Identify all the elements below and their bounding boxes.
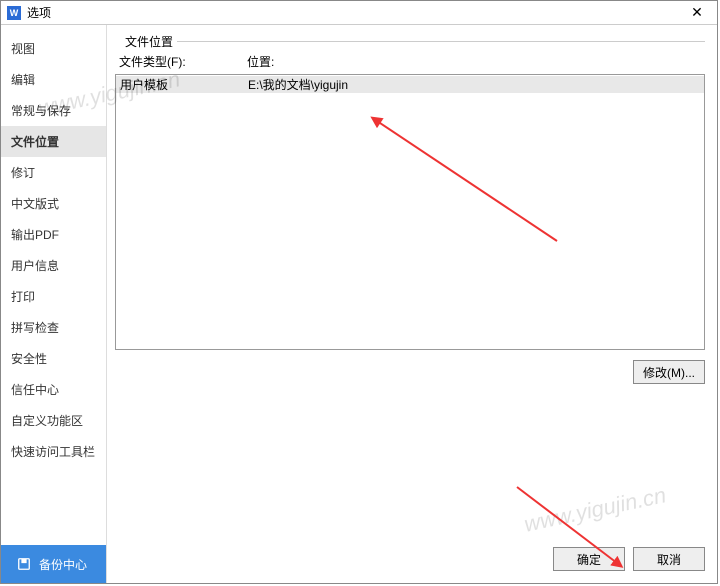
main-panel: 文件位置 文件类型(F): 位置: 用户模板 E:\我的文档\yigujin 修… <box>107 25 717 583</box>
header-location: 位置: <box>247 53 701 70</box>
backup-icon <box>17 557 31 571</box>
cancel-button[interactable]: 取消 <box>633 547 705 571</box>
app-icon <box>7 6 21 20</box>
sidebar-item-revision[interactable]: 修订 <box>1 157 106 188</box>
sidebar-item-user-info[interactable]: 用户信息 <box>1 250 106 281</box>
sidebar-item-general[interactable]: 常规与保存 <box>1 95 106 126</box>
close-icon[interactable]: ✕ <box>683 4 711 21</box>
sidebar-item-trust[interactable]: 信任中心 <box>1 374 106 405</box>
cell-location: E:\我的文档\yigujin <box>244 76 704 93</box>
group-divider <box>175 41 705 42</box>
window-title: 选项 <box>27 4 51 21</box>
backup-center-label: 备份中心 <box>39 556 87 573</box>
options-dialog: 选项 ✕ 视图 编辑 常规与保存 文件位置 修订 中文版式 输出PDF 用户信息… <box>0 0 718 584</box>
group-label: 文件位置 <box>121 33 177 50</box>
sidebar-item-edit[interactable]: 编辑 <box>1 64 106 95</box>
list-row[interactable]: 用户模板 E:\我的文档\yigujin <box>116 75 704 93</box>
file-location-list[interactable]: 用户模板 E:\我的文档\yigujin <box>115 74 705 350</box>
file-location-group: 文件位置 文件类型(F): 位置: 用户模板 E:\我的文档\yigujin 修… <box>115 35 705 571</box>
ok-button[interactable]: 确定 <box>553 547 625 571</box>
sidebar-item-view[interactable]: 视图 <box>1 33 106 64</box>
sidebar-item-file-location[interactable]: 文件位置 <box>1 126 106 157</box>
sidebar-item-print[interactable]: 打印 <box>1 281 106 312</box>
sidebar-item-export-pdf[interactable]: 输出PDF <box>1 219 106 250</box>
backup-center-button[interactable]: 备份中心 <box>1 545 106 583</box>
sidebar-item-security[interactable]: 安全性 <box>1 343 106 374</box>
sidebar-item-custom-ribbon[interactable]: 自定义功能区 <box>1 405 106 436</box>
titlebar: 选项 ✕ <box>1 1 717 25</box>
sidebar-item-spell[interactable]: 拼写检查 <box>1 312 106 343</box>
sidebar: 视图 编辑 常规与保存 文件位置 修订 中文版式 输出PDF 用户信息 打印 拼… <box>1 25 107 583</box>
cell-type: 用户模板 <box>116 76 244 93</box>
sidebar-item-cjk-layout[interactable]: 中文版式 <box>1 188 106 219</box>
modify-button[interactable]: 修改(M)... <box>633 360 705 384</box>
header-file-type: 文件类型(F): <box>119 53 247 70</box>
sidebar-item-quick-access[interactable]: 快速访问工具栏 <box>1 436 106 467</box>
